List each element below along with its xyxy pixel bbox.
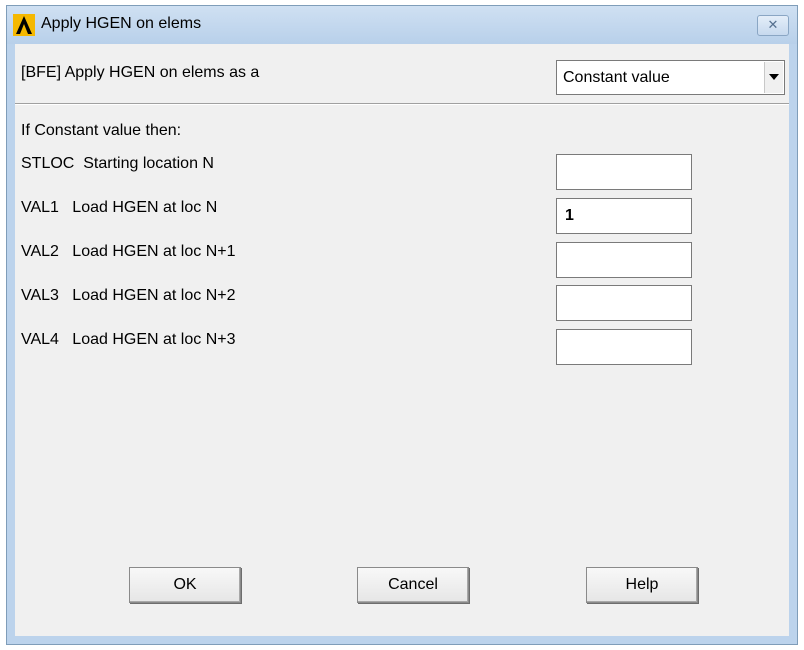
val1-input[interactable]	[556, 198, 692, 234]
mode-label: [BFE] Apply HGEN on elems as a	[21, 64, 260, 81]
title-bar[interactable]: Apply HGEN on elems ✕	[7, 6, 797, 44]
separator	[15, 103, 789, 105]
section-heading: If Constant value then:	[21, 122, 182, 139]
chevron-down-icon	[769, 74, 779, 80]
mode-dropdown-value: Constant value	[563, 69, 670, 86]
mode-dropdown[interactable]: Constant value	[556, 60, 785, 95]
val3-label: VAL3 Load HGEN at loc N+2	[21, 287, 236, 304]
cancel-button[interactable]: Cancel	[357, 567, 469, 603]
val4-input[interactable]	[556, 329, 692, 365]
window-title: Apply HGEN on elems	[41, 15, 202, 32]
val1-label: VAL1 Load HGEN at loc N	[21, 199, 218, 216]
val2-input[interactable]	[556, 242, 692, 278]
stloc-label: STLOC Starting location N	[21, 155, 214, 172]
close-button[interactable]: ✕	[757, 15, 789, 36]
dialog-window: Apply HGEN on elems ✕ [BFE] Apply HGEN o…	[6, 5, 798, 645]
val4-label: VAL4 Load HGEN at loc N+3	[21, 331, 236, 348]
ok-button[interactable]: OK	[129, 567, 241, 603]
stloc-input[interactable]	[556, 154, 692, 190]
ansys-logo-icon	[13, 14, 35, 36]
dropdown-arrow-button[interactable]	[764, 62, 783, 93]
help-button[interactable]: Help	[586, 567, 698, 603]
close-icon: ✕	[767, 18, 779, 33]
val3-input[interactable]	[556, 285, 692, 321]
val2-label: VAL2 Load HGEN at loc N+1	[21, 243, 236, 260]
dialog-body: [BFE] Apply HGEN on elems as a Constant …	[15, 44, 789, 636]
